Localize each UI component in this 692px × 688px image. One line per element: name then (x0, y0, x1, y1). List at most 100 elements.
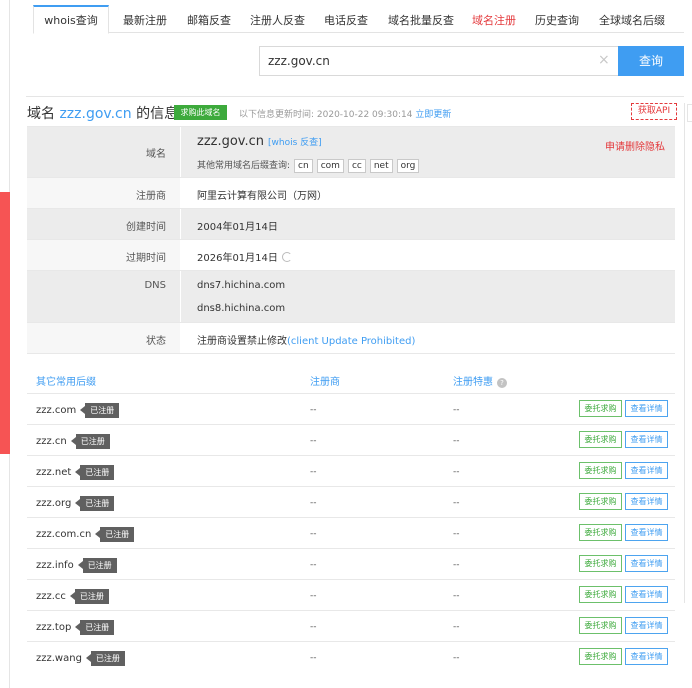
table-row: zzz.com.cn 已注册 -- -- 委托求购 查看详情 (27, 517, 675, 548)
row-registrar: -- (310, 436, 317, 446)
suffix-com[interactable]: com (316, 159, 344, 173)
help-icon[interactable]: ? (497, 378, 507, 388)
dns-value-1: dns7.hichina.com (197, 280, 286, 291)
row-promo: -- (453, 436, 460, 446)
tab-phone-reverse[interactable]: 电话反查 (324, 12, 368, 28)
entrust-buy-button[interactable]: 委托求购 (579, 586, 622, 603)
row-expire: 过期时间 2026年01月14日 (27, 240, 675, 271)
tab-registrant-reverse[interactable]: 注册人反查 (250, 12, 305, 28)
status-code: (client Update Prohibited) (287, 336, 416, 347)
tab-latest-register[interactable]: 最新注册 (123, 12, 167, 28)
page-title: 域名 zzz.gov.cn 的信息 (27, 106, 179, 122)
row-registrar: -- (310, 591, 317, 601)
row-domain[interactable]: zzz.top (36, 622, 71, 633)
dns-label: DNS (144, 280, 166, 291)
table-row: zzz.net 已注册 -- -- 委托求购 查看详情 (27, 455, 675, 486)
view-details-button[interactable]: 查看详情 (625, 617, 668, 634)
divider (26, 96, 684, 97)
row-domain[interactable]: zzz.cc (36, 591, 66, 602)
get-api-button[interactable]: 获取API (631, 103, 677, 120)
dns-value-2: dns8.hichina.com (197, 303, 286, 314)
registrar-value: 阿里云计算有限公司（万网） (197, 191, 327, 202)
entrust-buy-button[interactable]: 委托求购 (579, 400, 622, 417)
left-side-floating-tab[interactable] (0, 192, 10, 454)
row-domain[interactable]: zzz.net (36, 467, 71, 478)
whois-reverse-link[interactable]: [whois 反查] (268, 138, 322, 148)
table-row: zzz.org 已注册 -- -- 委托求购 查看详情 (27, 486, 675, 517)
registered-badge: 已注册 (77, 558, 117, 573)
search-input[interactable] (268, 47, 588, 75)
view-details-button[interactable]: 查看详情 (625, 462, 668, 479)
registered-badge: 已注册 (69, 589, 109, 604)
table-row: zzz.wang 已注册 -- -- 委托求购 查看详情 (27, 641, 675, 672)
suffix-net[interactable]: net (369, 159, 393, 173)
tab-email-reverse[interactable]: 邮箱反查 (187, 12, 231, 28)
row-domain[interactable]: zzz.wang (36, 653, 82, 664)
delete-privacy-link[interactable]: 申请删除隐私 (605, 138, 665, 153)
view-details-button[interactable]: 查看详情 (625, 524, 668, 541)
left-side-tab-label (1, 196, 9, 206)
row-domain[interactable]: zzz.com (36, 405, 76, 416)
search-button[interactable]: 查询 (618, 46, 684, 76)
whois-page: whois查询 最新注册 邮箱反查 注册人反查 电话反查 域名批量反查 域名注册… (0, 0, 692, 688)
registered-badge: 已注册 (75, 465, 115, 480)
buy-domain-button[interactable]: 求购此域名 (174, 105, 227, 120)
entrust-buy-button[interactable]: 委托求购 (579, 462, 622, 479)
update-time: 以下信息更新时间: 2020-10-22 09:30:14 (239, 110, 413, 120)
suffix-cn[interactable]: cn (294, 159, 313, 173)
row-created: 创建时间 2004年01月14日 (27, 209, 675, 240)
table-row: zzz.com 已注册 -- -- 委托求购 查看详情 (27, 393, 675, 424)
row-domain[interactable]: zzz.info (36, 560, 74, 571)
domain-label: 域名 (146, 149, 166, 160)
row-promo: -- (453, 498, 460, 508)
row-promo: -- (453, 529, 460, 539)
view-details-button[interactable]: 查看详情 (625, 586, 668, 603)
view-details-button[interactable]: 查看详情 (625, 648, 668, 665)
entrust-buy-button[interactable]: 委托求购 (579, 617, 622, 634)
tab-domain-register[interactable]: 域名注册 (472, 12, 516, 28)
table-row: zzz.info 已注册 -- -- 委托求购 查看详情 (27, 548, 675, 579)
clear-icon[interactable]: × (598, 52, 610, 68)
created-label: 创建时间 (126, 222, 166, 233)
entrust-buy-button[interactable]: 委托求购 (579, 648, 622, 665)
tab-whois[interactable]: whois查询 (33, 5, 109, 34)
entrust-buy-button[interactable]: 委托求购 (579, 524, 622, 541)
tab-bulk-reverse[interactable]: 域名批量反查 (388, 12, 454, 28)
table-row: zzz.cc 已注册 -- -- 委托求购 查看详情 (27, 579, 675, 610)
view-details-button[interactable]: 查看详情 (625, 400, 668, 417)
entrust-buy-button[interactable]: 委托求购 (579, 493, 622, 510)
row-domain[interactable]: zzz.cn (36, 436, 67, 447)
suffix-cc[interactable]: cc (347, 159, 366, 173)
tab-global-suffix[interactable]: 全球域名后缀 (599, 12, 665, 28)
tab-history[interactable]: 历史查询 (535, 12, 579, 28)
expire-value: 2026年01月14日 (197, 253, 278, 264)
registered-badge: 已注册 (75, 620, 115, 635)
row-promo: -- (453, 591, 460, 601)
view-details-button[interactable]: 查看详情 (625, 493, 668, 510)
row-domain[interactable]: zzz.com.cn (36, 529, 91, 540)
row-promo: -- (453, 622, 460, 632)
suffix-org[interactable]: org (396, 159, 420, 173)
view-details-button[interactable]: 查看详情 (625, 555, 668, 572)
row-promo: -- (453, 405, 460, 415)
refresh-icon[interactable] (281, 252, 292, 262)
row-promo: -- (453, 467, 460, 477)
expire-label: 过期时间 (126, 253, 166, 264)
registered-badge: 已注册 (85, 651, 125, 666)
view-details-button[interactable]: 查看详情 (625, 431, 668, 448)
table-row: zzz.top 已注册 -- -- 委托求购 查看详情 (27, 610, 675, 641)
row-dns: DNS dns7.hichina.com dns8.hichina.com (27, 271, 675, 323)
update-info: 以下信息更新时间: 2020-10-22 09:30:14 立即更新 (239, 107, 451, 120)
row-domain[interactable]: zzz.org (36, 498, 71, 509)
col-header-registrar: 注册商 (310, 377, 340, 388)
entrust-buy-button[interactable]: 委托求购 (579, 555, 622, 572)
right-panel-edge (684, 103, 692, 603)
update-now-link[interactable]: 立即更新 (415, 110, 451, 120)
row-domain: 域名 zzz.gov.cn [whois 反查] 申请删除隐私 其他常用域名后缀查… (27, 127, 675, 178)
col-header-promo: 注册特惠 (453, 377, 493, 388)
col-header-suffix: 其它常用后缀 (36, 377, 96, 388)
right-panel-corner (687, 104, 692, 122)
row-promo: -- (453, 653, 460, 663)
title-domain: zzz.gov.cn (59, 106, 132, 122)
entrust-buy-button[interactable]: 委托求购 (579, 431, 622, 448)
